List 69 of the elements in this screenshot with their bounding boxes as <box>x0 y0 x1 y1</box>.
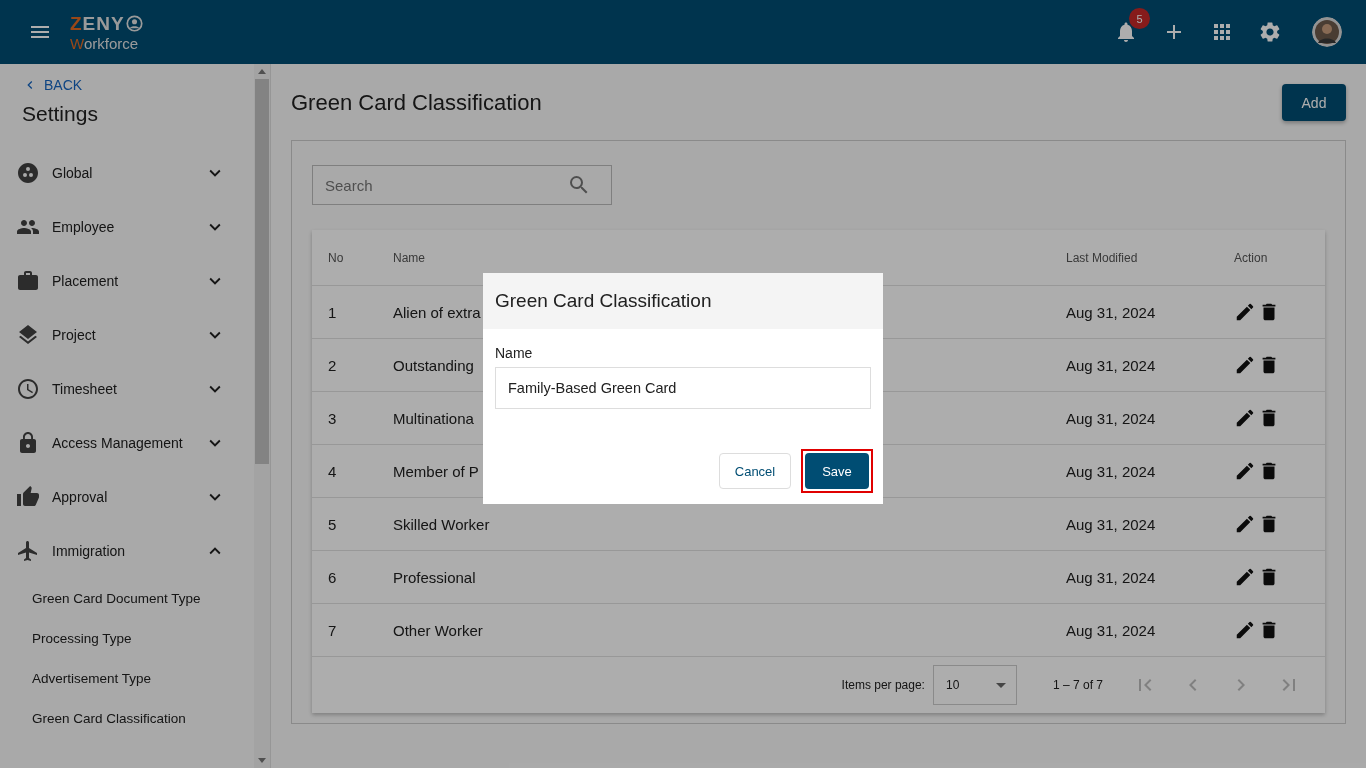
page-size-select[interactable]: 10 <box>932 665 1017 705</box>
thumbs-up-icon <box>16 485 40 509</box>
items-per-page-label: Items per page: <box>841 678 925 692</box>
sidebar-item[interactable]: Access Management <box>52 435 192 451</box>
save-button[interactable]: Save <box>805 453 869 489</box>
sidebar-item[interactable]: Placement <box>52 273 192 289</box>
table-cell: 1 <box>328 303 337 321</box>
sidebar-title: Settings <box>22 102 99 126</box>
page-range: 1 – 7 of 7 <box>1052 678 1103 692</box>
table-cell: Skilled Worker <box>393 515 490 533</box>
edit-icon[interactable] <box>1234 619 1256 641</box>
clock-icon <box>16 377 40 401</box>
field-label: Name <box>495 345 534 361</box>
sidebar-item[interactable]: Project <box>52 327 192 343</box>
column-header: No <box>328 250 344 265</box>
column-header: Last Modified <box>1066 250 1138 265</box>
briefcase-icon <box>16 269 40 293</box>
table-cell: Aug 31, 2024 <box>1066 356 1156 374</box>
table-cell: 5 <box>328 515 337 533</box>
sidebar-item[interactable]: Approval <box>52 489 192 505</box>
cancel-button[interactable]: Cancel <box>719 453 791 489</box>
table-cell: Aug 31, 2024 <box>1066 409 1156 427</box>
airplane-icon <box>16 539 40 563</box>
sidebar-item[interactable]: Immigration <box>52 543 192 559</box>
table-cell: Aug 31, 2024 <box>1066 462 1156 480</box>
edit-icon[interactable] <box>1234 513 1256 535</box>
table-cell: Alien of extra <box>393 303 481 321</box>
notification-badge: 5 <box>1129 8 1150 29</box>
dialog-title: Green Card Classification <box>495 290 712 312</box>
table-cell: Professional <box>393 568 476 586</box>
edit-icon[interactable] <box>1234 460 1256 482</box>
page-title: Green Card Classification <box>291 89 542 116</box>
sidebar-item[interactable]: Employee <box>52 219 192 235</box>
table-cell: 7 <box>328 621 337 639</box>
logo-subtext: Workforce <box>70 34 140 52</box>
avatar[interactable] <box>1312 17 1342 47</box>
sidebar-subitem[interactable]: Green Card Document Type <box>0 578 254 618</box>
sidebar-subitem[interactable]: Processing Type <box>0 618 254 658</box>
sidebar-item[interactable]: Timesheet <box>52 381 192 397</box>
table-cell: Aug 31, 2024 <box>1066 515 1156 533</box>
dropdown-caret-icon <box>995 682 1006 688</box>
table-cell: 6 <box>328 568 337 586</box>
table-cell: 3 <box>328 409 337 427</box>
sidebar-item[interactable]: Global <box>52 165 192 181</box>
edit-icon[interactable] <box>1234 354 1256 376</box>
table-cell: Other Worker <box>393 621 483 639</box>
column-header: Name <box>393 250 425 265</box>
back-link[interactable]: BACK <box>44 77 83 93</box>
table-cell: 4 <box>328 462 337 480</box>
table-cell: Member of P <box>393 462 479 480</box>
person-circle-icon <box>125 15 143 32</box>
search-field[interactable]: Search <box>312 165 612 205</box>
table-cell: 2 <box>328 356 337 374</box>
table-cell: Aug 31, 2024 <box>1066 303 1156 321</box>
sidebar-subitem[interactable]: Advertisement Type <box>0 658 254 698</box>
table-cell: Multinationa <box>393 409 474 427</box>
edit-icon[interactable] <box>1234 566 1256 588</box>
edit-icon[interactable] <box>1234 407 1256 429</box>
name-field[interactable]: Family-Based Green Card <box>495 367 871 409</box>
settings-icon[interactable] <box>1258 20 1282 44</box>
table-cell: Aug 31, 2024 <box>1066 568 1156 586</box>
logo-text: ZENY <box>70 12 125 35</box>
column-header: Action <box>1234 250 1268 265</box>
add-button[interactable]: Add <box>1282 84 1346 121</box>
edit-icon[interactable] <box>1234 301 1256 323</box>
table-cell: Aug 31, 2024 <box>1066 621 1156 639</box>
scrollbar[interactable] <box>254 64 270 768</box>
table-cell: Outstanding <box>393 356 474 374</box>
sidebar-subitem[interactable]: Green Card Classification <box>0 698 254 738</box>
